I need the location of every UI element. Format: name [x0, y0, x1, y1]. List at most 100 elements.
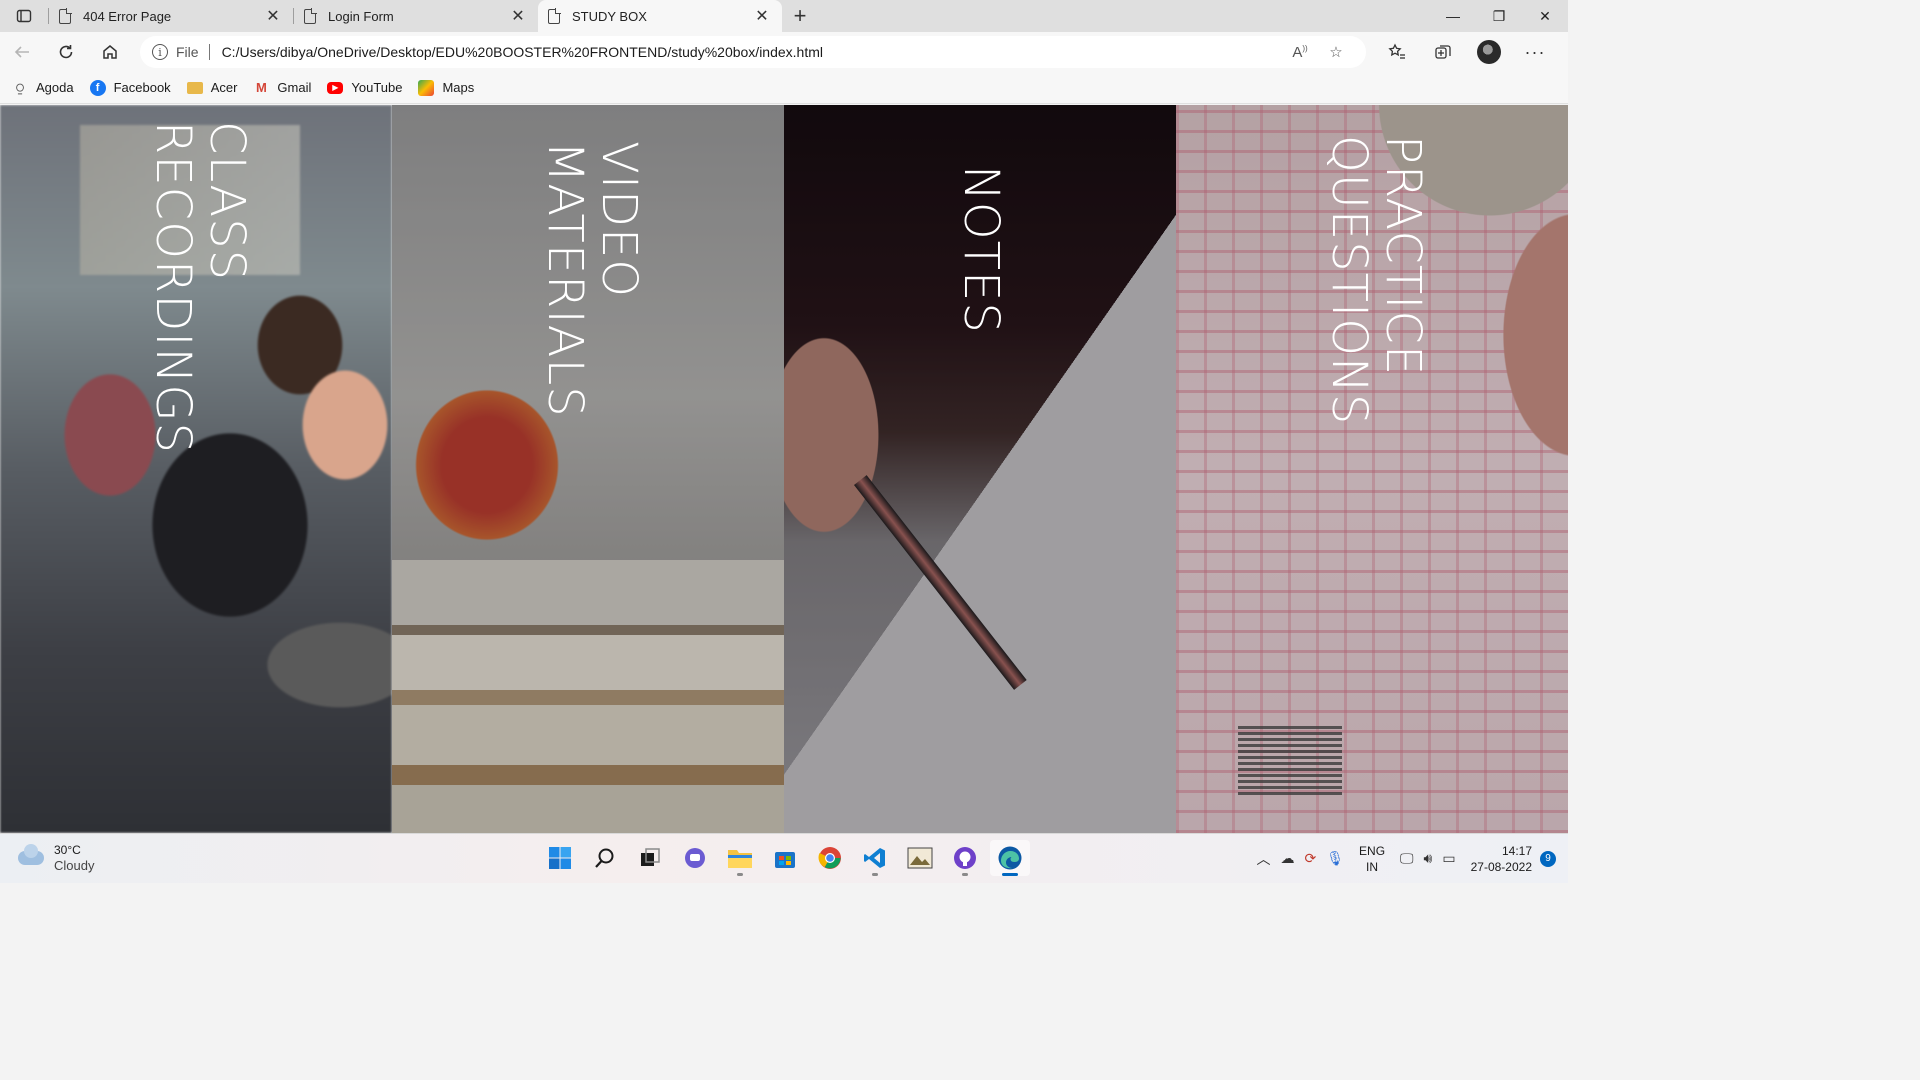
address-url[interactable]: C:/Users/dibya/OneDrive/Desktop/EDU%20BO… [222, 44, 1282, 60]
refresh-button[interactable] [44, 36, 88, 68]
github-icon [954, 847, 976, 869]
microphone-icon[interactable]: 🎙︎ [1326, 850, 1344, 867]
battery-icon[interactable]: ▭ [1442, 850, 1455, 867]
avatar [1477, 40, 1501, 64]
favorite-label: Acer [210, 80, 238, 95]
settings-more-button[interactable]: ··· [1512, 36, 1558, 68]
favorites-icon [1388, 43, 1405, 59]
vscode-button[interactable] [855, 840, 895, 876]
tab-title: STUDY BOX [572, 8, 647, 24]
info-icon[interactable]: i [152, 44, 168, 60]
favorites-bar: ⍜ Agoda f Facebook Acer M Gmail ▶ YouTub… [0, 72, 1568, 104]
page-icon [548, 7, 561, 24]
facebook-icon: f [89, 79, 106, 96]
tab-404-error-page[interactable]: 404 Error Page ✕ [49, 0, 293, 32]
address-bar[interactable]: i File C:/Users/dibya/OneDrive/Desktop/E… [140, 36, 1366, 68]
task-view-button[interactable] [630, 840, 670, 876]
tab-close-icon[interactable]: ✕ [263, 6, 283, 26]
network-icon[interactable]: 🖵︎ [1400, 850, 1414, 867]
back-arrow-icon [14, 46, 29, 58]
photos-button[interactable] [900, 840, 940, 876]
store-button[interactable] [765, 840, 805, 876]
clock-date: 27-08-2022 [1470, 859, 1532, 874]
panel-notes[interactable]: NOTES [784, 105, 1176, 833]
tab-title: Login Form [328, 8, 394, 24]
search-icon [595, 848, 614, 868]
clock[interactable]: 14:17 27-08-2022 [1471, 843, 1532, 875]
chat-icon [685, 848, 705, 868]
chevron-up-icon[interactable]: ︿ [1257, 849, 1271, 869]
weather-condition: Cloudy [54, 858, 95, 873]
panel-label: PRACTICE QUESTIONS [1321, 135, 1431, 426]
search-button[interactable] [585, 840, 625, 876]
volume-icon[interactable]: 🔊︎ [1424, 850, 1433, 867]
panel-video-materials[interactable]: VIDEO MATERIALS [392, 105, 784, 833]
favorite-label: Agoda [36, 80, 74, 95]
onedrive-offline-icon[interactable]: ☁ [1281, 850, 1295, 867]
vscode-icon [864, 848, 885, 868]
clock-time: 14:17 [1501, 843, 1532, 858]
tab-close-icon[interactable]: ✕ [508, 6, 528, 26]
new-tab-button[interactable]: + [782, 0, 818, 32]
study-box-page: CLASS RECORDINGS VIDEO MATERIALS NOTES P… [0, 105, 1568, 833]
minimize-button[interactable]: — [1430, 0, 1476, 32]
panel-practice-questions[interactable]: PRACTICE QUESTIONS [1176, 105, 1568, 833]
favorite-agoda[interactable]: ⍜ Agoda [12, 80, 74, 96]
edge-icon [998, 846, 1022, 870]
running-indicator [737, 873, 743, 876]
notification-badge[interactable]: 9 [1540, 850, 1556, 867]
page-icon [59, 7, 72, 24]
sync-icon[interactable]: ⟳ [1305, 850, 1317, 867]
github-desktop-button[interactable] [945, 840, 985, 876]
running-indicator [962, 873, 968, 876]
language-region: IN [1366, 859, 1379, 874]
restore-button[interactable]: ❐ [1476, 0, 1522, 32]
tab-actions-button[interactable] [0, 0, 48, 32]
folder-icon [728, 850, 752, 868]
barcode [1238, 725, 1342, 795]
cloud-icon [18, 844, 44, 865]
tab-login-form[interactable]: Login Form ✕ [294, 0, 538, 32]
maps-icon [418, 79, 435, 96]
favorite-youtube[interactable]: ▶ YouTube [327, 80, 402, 95]
favorite-gmail[interactable]: M Gmail [253, 80, 311, 96]
more-icon: ··· [1524, 41, 1546, 62]
close-window-button[interactable]: ✕ [1522, 0, 1568, 32]
gmail-icon: M [256, 80, 267, 95]
agoda-icon: ⍜ [16, 79, 24, 95]
window-controls: — ❐ ✕ [1430, 0, 1568, 32]
add-favorite-icon[interactable]: ☆ [1318, 43, 1354, 61]
page-icon [304, 7, 317, 24]
taskbar: 30°C Cloudy ︿ ☁ ⟳ 🎙︎ ENG IN 🖵︎ 🔊︎ ▭ 14:1… [0, 833, 1568, 883]
tab-strip: 404 Error Page ✕ Login Form ✕ STUDY BOX … [0, 0, 1568, 32]
browser-toolbar: i File C:/Users/dibya/OneDrive/Desktop/E… [0, 32, 1568, 72]
favorite-label: Facebook [113, 80, 171, 95]
teams-chat-button[interactable] [675, 840, 715, 876]
favorite-facebook[interactable]: f Facebook [89, 79, 171, 96]
language-indicator[interactable]: ENG IN [1359, 843, 1385, 875]
profile-button[interactable] [1466, 36, 1512, 68]
collections-icon [1435, 45, 1451, 59]
chrome-button[interactable] [810, 840, 850, 876]
tab-study-box[interactable]: STUDY BOX ✕ [538, 0, 782, 32]
store-icon [775, 852, 795, 868]
read-aloud-icon[interactable]: A)) [1282, 44, 1318, 61]
collections-button[interactable] [1420, 36, 1466, 68]
favorite-label: Maps [442, 80, 475, 95]
favorite-maps[interactable]: Maps [418, 79, 475, 96]
favorites-button[interactable] [1374, 36, 1420, 68]
running-indicator [1002, 873, 1018, 876]
panel-label: VIDEO MATERIALS [537, 141, 647, 418]
start-button[interactable] [540, 840, 580, 876]
weather-widget[interactable]: 30°C Cloudy [18, 842, 94, 874]
file-explorer-button[interactable] [720, 840, 760, 876]
system-tray: ︿ ☁ ⟳ 🎙︎ ENG IN 🖵︎ 🔊︎ ▭ 14:17 27-08-2022… [1252, 834, 1556, 883]
tab-close-icon[interactable]: ✕ [752, 6, 772, 26]
edge-button[interactable] [990, 840, 1030, 876]
panel-class-recordings[interactable]: CLASS RECORDINGS [0, 105, 392, 833]
home-button[interactable] [88, 36, 132, 68]
panel-label: CLASS RECORDINGS [145, 121, 255, 455]
favorite-acer[interactable]: Acer [186, 80, 238, 95]
back-button[interactable] [0, 36, 44, 68]
favorite-label: YouTube [351, 80, 403, 95]
